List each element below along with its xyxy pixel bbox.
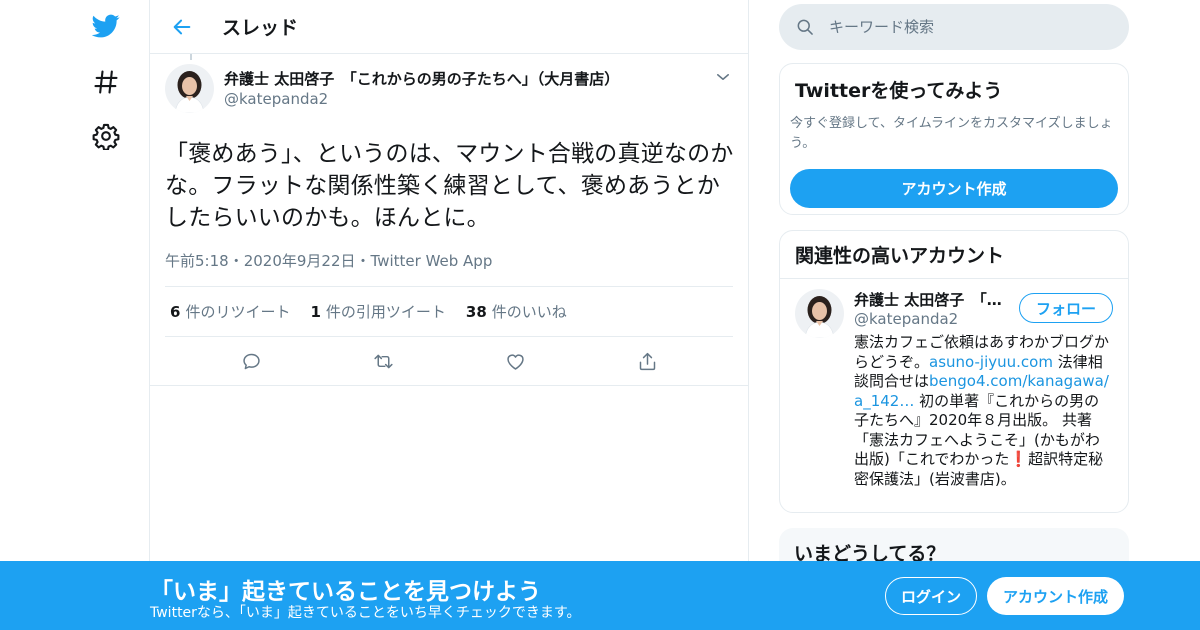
bio-link[interactable]: asuno-jiyuu.com xyxy=(929,353,1053,371)
retweet-button[interactable] xyxy=(366,344,400,378)
exclamation-icon: ❗ xyxy=(1009,450,1029,468)
meta-separator: ・ xyxy=(228,252,244,270)
tweet-text: 「褒めあう」、というのは、マウント合戦の真逆なのかな。フラットな関係性築く練習と… xyxy=(165,141,734,231)
tweet-source[interactable]: Twitter Web App xyxy=(371,252,493,270)
follow-button[interactable]: フォロー xyxy=(1018,293,1113,323)
quote-count[interactable]: 1 件の引用ツイート xyxy=(310,301,445,322)
search-icon xyxy=(797,19,813,35)
user-cell[interactable]: 弁護士 太田啓子 「… @katepanda2 憲法カフェご依頼はあすわかブログ… xyxy=(780,279,1128,489)
arrow-left-icon xyxy=(173,19,191,34)
tweet-display-name[interactable]: 弁護士 太田啓子 「これからの男の子たちへ」（大月書店） xyxy=(224,68,619,89)
tweet-date[interactable]: 2020年9月22日 xyxy=(244,252,356,270)
banner-subtitle: Twitterなら、「いま」起きていることをいち早くチェックできます。 xyxy=(150,605,581,621)
meta-separator: ・ xyxy=(355,252,371,270)
signup-card: Twitterを使ってみよう 今すぐ登録して、タイムラインをカスタマイズしましょ… xyxy=(779,63,1129,215)
create-account-button[interactable]: アカウント作成 xyxy=(790,169,1118,208)
avatar[interactable] xyxy=(165,64,214,113)
left-nav xyxy=(0,0,150,630)
tweet-stats: 6 件のリツイート 1 件の引用ツイート 38 件のいいね xyxy=(165,286,733,337)
page-title: スレッド xyxy=(222,17,299,39)
like-count[interactable]: 38 件のいいね xyxy=(466,301,567,322)
main-column: スレッド 弁護士 太田啓子 「これからの男の子たちへ」（大月書店） @katep… xyxy=(149,0,749,630)
share-button[interactable] xyxy=(630,344,664,378)
user-display-name[interactable]: 弁護士 太田啓子 「… xyxy=(854,289,1014,310)
tweet-time[interactable]: 午前5:18 xyxy=(165,252,229,270)
related-accounts-card: 関連性の高いアカウント 弁護士 太田啓子 「… @katepanda2 憲法カフ… xyxy=(779,230,1129,513)
reply-button[interactable] xyxy=(234,344,268,378)
heart-icon xyxy=(506,354,524,370)
signup-button[interactable]: アカウント作成 xyxy=(987,577,1124,615)
twitter-bird-icon[interactable] xyxy=(88,8,124,44)
search-input[interactable] xyxy=(829,18,1089,36)
reply-icon xyxy=(242,353,260,369)
right-sidebar: Twitterを使ってみよう 今すぐ登録して、タイムラインをカスタマイズしましょ… xyxy=(779,0,1129,588)
banner-title: 「いま」起きていることを見つけよう xyxy=(150,579,541,605)
chevron-down-icon[interactable] xyxy=(714,68,732,86)
divider xyxy=(150,385,748,386)
avatar[interactable] xyxy=(795,289,844,338)
tweet-actions xyxy=(165,337,733,385)
search-box[interactable] xyxy=(779,4,1129,50)
like-button[interactable] xyxy=(498,344,532,378)
retweet-count[interactable]: 6 件のリツイート xyxy=(170,301,290,322)
page-header: スレッド xyxy=(150,0,748,54)
bottom-banner: 「いま」起きていることを見つけよう Twitterなら、「いま」起きていることを… xyxy=(0,561,1200,630)
related-card-title: 関連性の高いアカウント xyxy=(780,231,1128,279)
share-icon xyxy=(639,352,655,370)
signup-card-subtitle: 今すぐ登録して、タイムラインをカスタマイズしましょう。 xyxy=(790,116,1113,151)
retweet-icon xyxy=(373,354,393,368)
tweet: 弁護士 太田啓子 「これからの男の子たちへ」（大月書店） @katepanda2… xyxy=(150,54,748,386)
signup-card-title: Twitterを使ってみよう xyxy=(795,80,1003,102)
user-bio: 憲法カフェご依頼はあすわかブログからどうぞ。asuno-jiyuu.com 法律… xyxy=(854,333,1110,488)
tweet-meta: 午前5:18・2020年9月22日・Twitter Web App xyxy=(165,250,733,271)
tweet-author: 弁護士 太田啓子 「これからの男の子たちへ」（大月書店） @katepanda2 xyxy=(165,64,733,118)
back-button[interactable] xyxy=(164,9,200,45)
hashtag-icon[interactable] xyxy=(88,64,124,100)
tweet-handle[interactable]: @katepanda2 xyxy=(224,90,619,108)
gear-icon[interactable] xyxy=(88,118,124,154)
login-button[interactable]: ログイン xyxy=(885,577,977,615)
